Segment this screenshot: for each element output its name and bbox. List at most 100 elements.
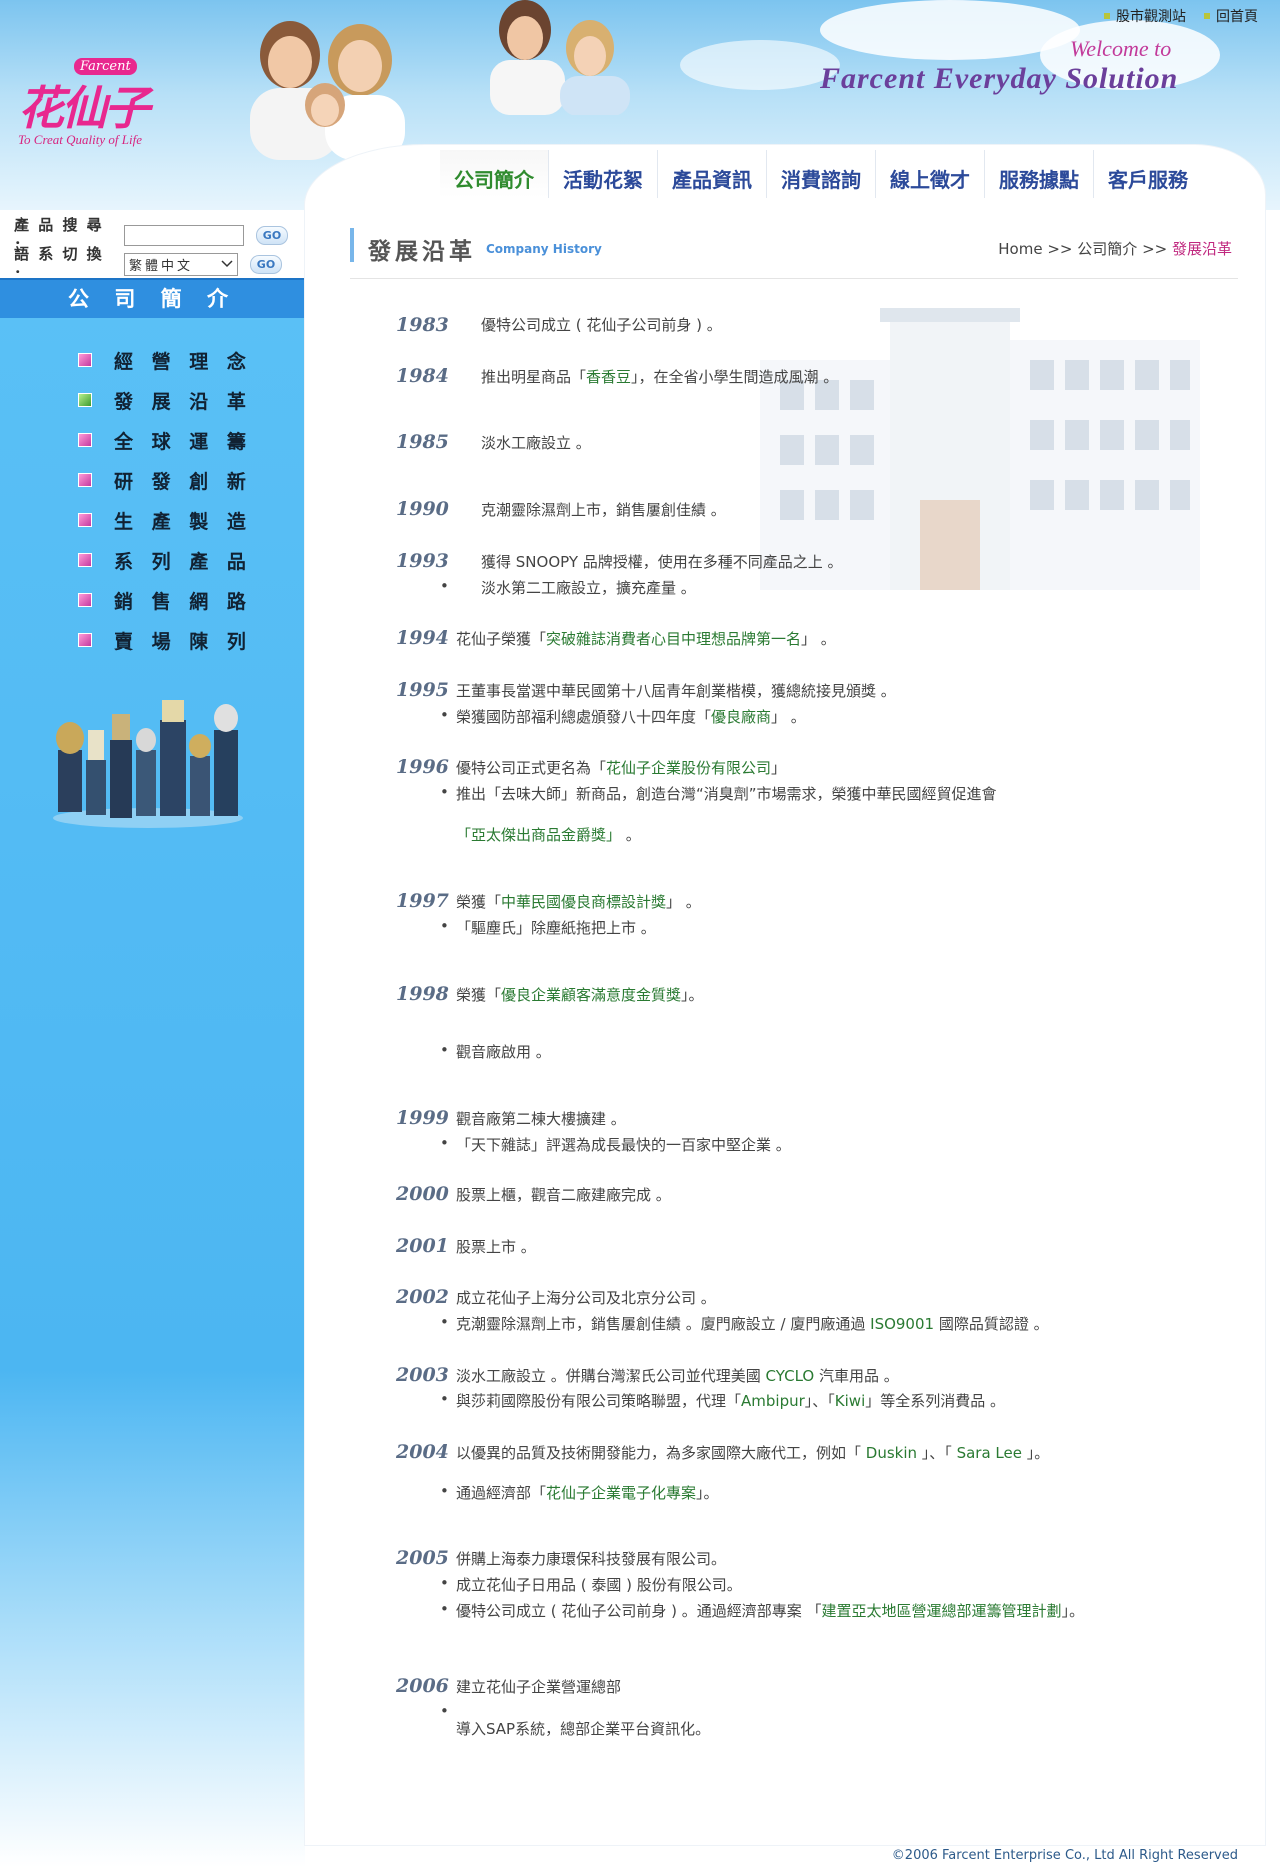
couple-photo [490,0,630,115]
breadcrumb-home[interactable]: Home [998,240,1042,258]
event-text-part: 優特公司正式更名為「 [456,759,607,777]
event-text: 推出「去味大師」新商品，創造台灣“消臭劑”市場需求，榮獲中華民國經貿促進會 [456,785,997,803]
sidebar-item-label: 賣 場 陳 列 [114,630,252,653]
nav-customer-service[interactable]: 客戶服務 [1093,150,1202,198]
event-text: 淡水工廠設立 。 [481,434,591,452]
left-sidebar: 產 品 搜 尋 ： GO 語 系 切 換 ： 繁體中文 GO 公 司 簡 介 經… [0,210,305,1867]
breadcrumb-company-profile[interactable]: 公司簡介 [1077,240,1137,258]
sidebar-item-philosophy[interactable]: 經 營 理 念 [78,340,252,380]
language-go-button[interactable]: GO [250,254,282,274]
footer-copyright: ©2006 Farcent Enterprise Co., Ltd All Ri… [891,1848,1238,1863]
sidebar-item-global[interactable]: 全 球 運 籌 [78,420,252,460]
title-accent-bar [350,228,354,262]
sidebar-item-production[interactable]: 生 產 製 造 [78,500,252,540]
event-text: 「驅塵氏」除塵紙拖把上市 。 [456,919,656,937]
year-label: 2002 [396,1286,449,1308]
event-text: 「天下雜誌」評選為成長最快的一百家中堅企業 。 [456,1136,791,1154]
event-text: 榮獲國防部福利總處頒發八十四年度「優良廠商」 。 [456,706,806,727]
event-highlight: CYCLO [765,1367,815,1385]
year-label: 1990 [396,498,449,520]
event-text: 花仙子榮獲「突破雜誌消費者心目中理想品牌第一名」 。 [456,628,836,649]
sidebar-item-history[interactable]: 發 展 沿 革 [78,380,252,420]
arrow-bullet-icon [78,553,92,567]
event-text: 淡水第二工廠設立，擴充產量 。 [481,579,696,597]
sidebar-item-label: 銷 售 網 路 [114,590,252,613]
event-highlight: 建置亞太地區營運總部運籌管理計劃 [821,1602,1062,1620]
event-text: 成立花仙子上海分公司及北京分公司 。 [456,1289,716,1307]
page-subtitle: Company History [486,242,602,256]
event-highlight: ISO9001 [870,1315,935,1333]
event-text-part: 榮獲國防部福利總處頒發八十四年度「 [456,708,712,726]
event-text: 與莎莉國際股份有限公司策略聯盟，代理「Ambipur」、「Kiwi」等全系列消費… [456,1390,1005,1411]
event-text: 推出明星商品「香香豆」，在全省小學生間造成風潮 。 [481,366,838,387]
nav-events[interactable]: 活動花絮 [548,150,657,198]
sidebar-item-sales-network[interactable]: 銷 售 網 路 [78,580,252,620]
sidebar-item-rnd[interactable]: 研 發 創 新 [78,460,252,500]
bullet-icon: • [440,1041,449,1059]
breadcrumb-separator: >> [1047,240,1073,258]
stock-observatory-link[interactable]: 股市觀測站 [1104,6,1186,26]
nav-careers[interactable]: 線上徵才 [875,150,984,198]
event-text: 觀音廠啟用 。 [456,1043,551,1061]
year-label: 1998 [396,983,449,1005]
bullet-icon [1104,13,1110,19]
event-text: 成立花仙子日用品 ( 泰國 ) 股份有限公司。 [456,1576,742,1594]
top-links: 股市觀測站 回首頁 [1104,6,1258,26]
sidebar-item-label: 研 發 創 新 [114,470,252,493]
event-text-part: 」 。 [666,893,701,911]
trophies-image [53,700,243,828]
event-text-part: 汽車用品 。 [814,1367,899,1385]
search-go-button[interactable]: GO [256,225,288,245]
year-label: 2000 [396,1183,449,1205]
event-text: 優特公司成立 ( 花仙子公司前身 ) 。通過經濟部專案 「建置亞太地區營運總部運… [456,1600,1084,1621]
sidebar-item-label: 生 產 製 造 [114,510,252,533]
event-text-part: 與莎莉國際股份有限公司策略聯盟，代理「 [456,1392,742,1410]
event-highlight: 香香豆 [586,368,632,386]
event-text-part: 」 。 [771,708,806,726]
event-text: 優特公司成立 ( 花仙子公司前身 ) 。 [481,316,722,334]
event-text: 股票上市 。 [456,1238,536,1256]
event-highlight: Kiwi [834,1392,866,1410]
bullet-icon: • [440,783,449,801]
event-text: 觀音廠第二棟大樓擴建 。 [456,1110,626,1128]
event-text: 併購上海泰力康環保科技發展有限公司。 [456,1550,727,1568]
bullet-icon: • [440,577,449,595]
event-text-part: 克潮靈除濕劑上市，銷售屢創佳績 。廈門廠設立 / 廈門廠通過 [456,1315,871,1333]
nav-product-info[interactable]: 產品資訊 [657,150,766,198]
event-text-part: 」 。 [801,630,836,648]
brand-logo[interactable]: Farcent 花仙子 To Creat Quality of Life [18,54,188,154]
year-label: 2004 [396,1441,449,1463]
year-label: 2006 [396,1675,449,1697]
event-highlight: Ambipur [741,1392,805,1410]
event-text: 王董事長當選中華民國第十八屆青年創業楷模，獲總統接見頒獎 。 [456,682,896,700]
nav-consumer-inquiry[interactable]: 消費諮詢 [766,150,875,198]
event-highlight: 優良企業顧客滿意度金質獎 [501,986,682,1004]
event-text-part: 以優異的品質及技術開發能力，為多家國際大廠代工，例如「 [456,1444,866,1462]
sidebar-item-store-display[interactable]: 賣 場 陳 列 [78,620,252,660]
sidebar-item-label: 系 列 產 品 [114,550,252,573]
bullet-icon: • [440,1313,449,1331]
logo-tagline: To Creat Quality of Life [18,132,142,147]
language-select[interactable]: 繁體中文 [124,252,238,276]
breadcrumb-current: 發展沿革 [1171,240,1232,258]
nav-service-locations[interactable]: 服務據點 [984,150,1093,198]
event-text-part: 。 [621,826,641,844]
home-link[interactable]: 回首頁 [1204,6,1258,26]
main-nav: 公司簡介 活動花絮 產品資訊 消費諮詢 線上徵才 服務據點 客戶服務 [440,150,1202,198]
event-highlight: 中華民國優良商標設計獎 [501,893,667,911]
arrow-bullet-icon [78,593,92,607]
event-text-part: 」、「 [804,1392,835,1410]
event-text: 克潮靈除濕劑上市，銷售屢創佳績 。廈門廠設立 / 廈門廠通過 ISO9001 國… [456,1313,1049,1334]
bullet-icon: • [440,1482,449,1500]
bullet-icon: • [440,1600,449,1618]
event-highlight: 花仙子企業股份有限公司 [606,759,772,777]
event-text: 獲得 SNOOPY 品牌授權，使用在多種不同產品之上 。 [481,553,843,571]
sidebar-item-products[interactable]: 系 列 產 品 [78,540,252,580]
year-label: 1997 [396,890,449,912]
bullet-icon: • [440,1390,449,1408]
event-text-part: 」。 [1061,1602,1085,1620]
nav-company-profile[interactable]: 公司簡介 [440,150,548,198]
year-label: 1995 [396,679,449,701]
arrow-bullet-icon [78,633,92,647]
bullet-icon: • [440,706,449,724]
